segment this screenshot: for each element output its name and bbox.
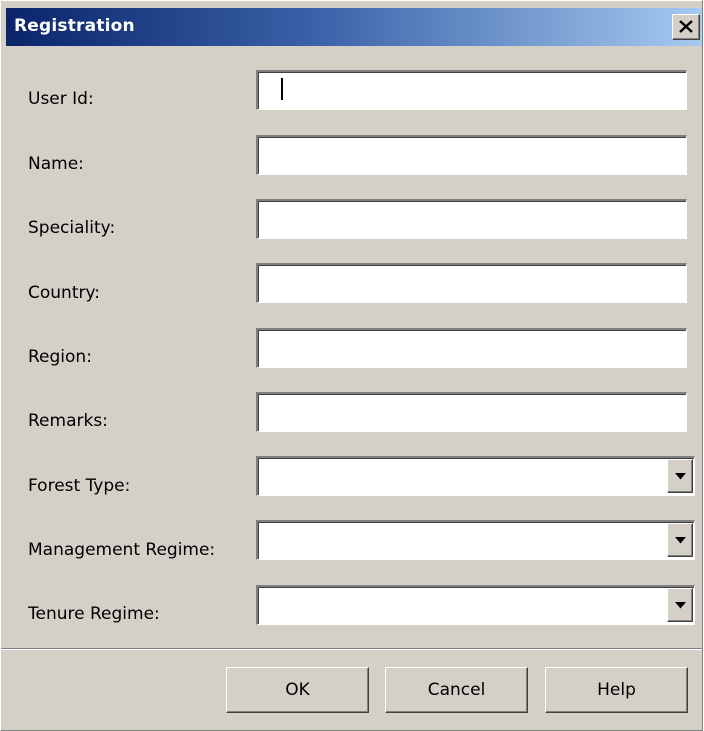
chevron-down-icon bbox=[675, 602, 686, 609]
close-button[interactable] bbox=[672, 14, 700, 40]
country-label: Country: bbox=[28, 283, 101, 303]
speciality-label: Speciality: bbox=[28, 218, 116, 238]
remarks-label: Remarks: bbox=[28, 411, 108, 431]
user-id-input[interactable] bbox=[258, 72, 686, 109]
forest-type-label: Forest Type: bbox=[28, 476, 131, 496]
speciality-field[interactable] bbox=[256, 199, 687, 239]
region-label: Region: bbox=[28, 347, 92, 367]
chevron-down-icon bbox=[675, 473, 686, 480]
management-regime-dropdown[interactable] bbox=[256, 520, 695, 560]
ok-button[interactable]: OK bbox=[226, 667, 369, 713]
management-regime-label: Management Regime: bbox=[28, 540, 216, 560]
region-field[interactable] bbox=[256, 328, 687, 368]
footer-divider bbox=[1, 648, 702, 650]
forest-type-dropdown-button[interactable] bbox=[667, 459, 693, 493]
tenure-regime-dropdown-button[interactable] bbox=[667, 588, 693, 622]
help-button[interactable]: Help bbox=[545, 667, 688, 713]
tenure-regime-dropdown[interactable] bbox=[256, 585, 695, 625]
management-regime-dropdown-button[interactable] bbox=[667, 523, 693, 557]
speciality-input[interactable] bbox=[258, 201, 686, 238]
remarks-input[interactable] bbox=[258, 394, 686, 431]
name-label: Name: bbox=[28, 154, 84, 174]
cancel-button[interactable]: Cancel bbox=[385, 667, 528, 713]
remarks-field[interactable] bbox=[256, 392, 687, 432]
name-field[interactable] bbox=[256, 135, 687, 175]
region-input[interactable] bbox=[258, 330, 686, 367]
user-id-field[interactable] bbox=[256, 70, 687, 110]
user-id-label: User Id: bbox=[28, 89, 94, 109]
window-title: Registration bbox=[14, 16, 135, 36]
country-input[interactable] bbox=[258, 265, 686, 302]
forest-type-dropdown[interactable] bbox=[256, 456, 695, 496]
tenure-regime-label: Tenure Regime: bbox=[28, 604, 160, 624]
close-icon bbox=[679, 20, 693, 33]
country-field[interactable] bbox=[256, 263, 687, 303]
name-input[interactable] bbox=[258, 137, 686, 174]
chevron-down-icon bbox=[675, 537, 686, 544]
registration-dialog: Registration User Id: Name: Speciality: … bbox=[0, 0, 703, 731]
title-bar[interactable]: Registration bbox=[6, 8, 702, 46]
